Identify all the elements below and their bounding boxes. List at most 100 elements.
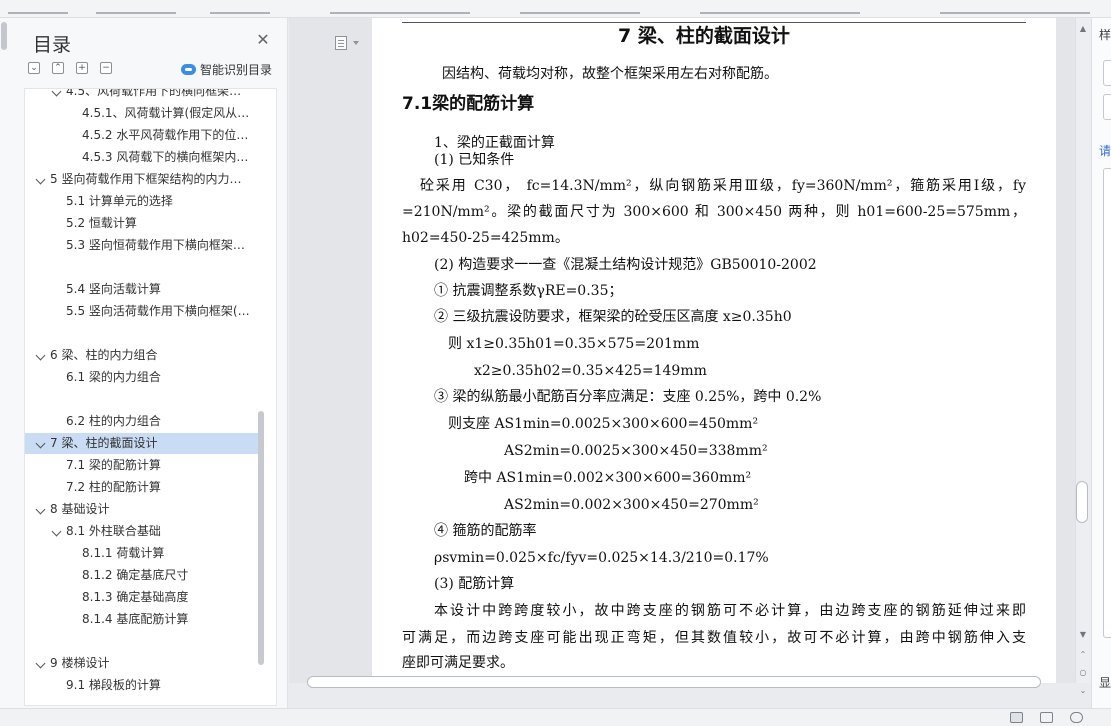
toc-item-label: 8 基础设计 bbox=[50, 502, 110, 516]
paragraph-line: AS2min=0.0025×300×450=338mm² bbox=[504, 443, 768, 459]
toc-item[interactable]: 7.1 梁的配筋计算 bbox=[25, 455, 258, 476]
paragraph-line: ④ 箍筋的配筋率 bbox=[434, 523, 537, 539]
toc-scrollbar-thumb[interactable] bbox=[258, 411, 264, 665]
toc-item[interactable]: 4.5、风荷载作用下的横向框架… bbox=[25, 89, 258, 102]
toc-item[interactable]: 9 楼梯设计 bbox=[25, 653, 258, 674]
toc-item[interactable]: 5.2 恒载计算 bbox=[25, 213, 258, 234]
toc-item[interactable]: 8.1 外柱联合基础 bbox=[25, 521, 258, 542]
toc-item-label: 5.3 竖向恒荷载作用下横向框架… bbox=[66, 238, 245, 252]
chevron-down-icon[interactable] bbox=[35, 350, 46, 361]
paragraph-line: 座即可满足要求。 bbox=[402, 655, 514, 671]
toolbar-button[interactable] bbox=[210, 0, 270, 14]
web-view-icon[interactable] bbox=[1040, 712, 1053, 723]
document-page[interactable]: 7 梁、柱的截面设计 因结构、荷载均对称，故整个框架采用左右对称配筋。 7.1梁的配… bbox=[372, 18, 1056, 683]
toolbar-button[interactable] bbox=[330, 0, 470, 14]
paragraph-line: 砼采用 C30， fc=14.3N/mm²，纵向钢筋采用Ⅲ级，fy=360N/m… bbox=[420, 178, 1026, 194]
chevron-down-icon[interactable] bbox=[35, 658, 46, 669]
toc-item[interactable]: 8.1.4 基底配筋计算 bbox=[25, 609, 258, 630]
remove-heading-icon[interactable]: − bbox=[100, 62, 112, 74]
ribbon-toolbar-strip bbox=[0, 0, 1111, 18]
paragraph-line: 则 x1≥0.35h01=0.35×575=201mm bbox=[448, 336, 700, 352]
toc-item-label: 8.1.4 基底配筋计算 bbox=[82, 612, 189, 626]
scroll-up-icon[interactable]: ▲ bbox=[1078, 24, 1088, 34]
toc-item[interactable]: 8.1.1 荷载计算 bbox=[25, 543, 258, 564]
toc-item[interactable]: 6.1 梁的内力组合 bbox=[25, 367, 258, 388]
toc-item-label: 9.1 梯段板的计算 bbox=[66, 678, 161, 692]
chevron-down-icon[interactable] bbox=[35, 504, 46, 515]
pane-resize-handle[interactable] bbox=[1, 22, 7, 50]
toc-item[interactable]: 6.2 柱的内力组合 bbox=[25, 411, 258, 432]
paragraph-line: ρsvmin=0.025×fc/fyv=0.025×14.3/210=0.17% bbox=[434, 550, 769, 566]
toc-item[interactable]: 4.5.1、风荷载计算(假定风从… bbox=[25, 103, 258, 124]
toolbar-button[interactable] bbox=[940, 0, 1090, 14]
toc-item[interactable]: 6 梁、柱的内力组合 bbox=[25, 345, 258, 366]
scroll-down-icon[interactable]: ▼ bbox=[1078, 630, 1088, 640]
read-mode-icon[interactable] bbox=[1070, 712, 1083, 723]
style-preset-box[interactable] bbox=[1103, 94, 1111, 120]
vertical-scrollbar-thumb[interactable] bbox=[1076, 481, 1088, 523]
navigation-pane: 目录 ✕ ⌄ ⌃ + − 智能识别目录 4.5、风荷载作用下的横向框架… 4.5.… bbox=[0, 18, 288, 708]
chevron-down-icon[interactable] bbox=[35, 438, 46, 449]
style-list[interactable] bbox=[1103, 168, 1111, 638]
toolbar-button[interactable] bbox=[700, 0, 860, 14]
paragraph-line: (3) 配筋计算 bbox=[434, 576, 515, 592]
horizontal-scrollbar-thumb[interactable] bbox=[307, 676, 1041, 688]
paragraph-line: 则支座 AS1min=0.0025×300×600=450mm² bbox=[448, 416, 759, 432]
toc-item-label: 9 楼梯设计 bbox=[50, 656, 110, 670]
smart-toc-label: 智能识别目录 bbox=[200, 63, 273, 77]
toc-item-label: 8.1 外柱联合基础 bbox=[66, 524, 161, 538]
toolbar-button[interactable] bbox=[8, 0, 68, 14]
chevron-down-icon[interactable] bbox=[51, 89, 62, 97]
next-page-icon[interactable]: ⌄ bbox=[1078, 686, 1088, 696]
toc-item[interactable]: 4.5.3 风荷载下的横向框架内… bbox=[25, 147, 258, 168]
status-bar bbox=[0, 708, 1111, 726]
toc-item[interactable]: 5.5 竖向活荷载作用下横向框架(… bbox=[25, 301, 258, 322]
toc-item-label: 6.1 梁的内力组合 bbox=[66, 370, 161, 384]
paragraph-line: ② 三级抗震设防要求，框架梁的砼受压区高度 x≥0.35h0 bbox=[434, 309, 792, 325]
previous-page-icon[interactable]: ⌃ bbox=[1078, 650, 1088, 660]
paragraph-line: ① 抗震调整系数γRE=0.35； bbox=[434, 283, 623, 299]
toc-item[interactable]: 5.1 计算单元的选择 bbox=[25, 191, 258, 212]
toc-item[interactable]: 5.3 竖向恒荷载作用下横向框架… bbox=[25, 235, 258, 256]
paragraph-line: (2) 构造要求一一查《混凝土结构设计规范》GB50010-2002 bbox=[434, 257, 817, 273]
toc-item[interactable]: 7 梁、柱的截面设计 bbox=[25, 433, 258, 454]
toc-item[interactable]: 5.4 竖向活载计算 bbox=[25, 279, 258, 300]
paragraph-line: 跨中 AS1min=0.002×300×600=360mm² bbox=[464, 470, 752, 486]
styles-pane-show-label[interactable]: 显 bbox=[1099, 674, 1111, 691]
chapter-heading: 7 梁、柱的截面设计 bbox=[618, 25, 790, 47]
add-heading-icon[interactable]: + bbox=[76, 62, 88, 74]
paragraph-line: ③ 梁的纵筋最小配筋百分率应满足：支座 0.25%，跨中 0.2% bbox=[434, 389, 822, 405]
paragraph-line: AS2min=0.002×300×450=270mm² bbox=[504, 497, 759, 513]
vertical-scrollbar[interactable] bbox=[1075, 18, 1091, 683]
close-icon[interactable]: ✕ bbox=[255, 32, 271, 48]
expand-all-icon[interactable]: ⌄ bbox=[28, 62, 40, 74]
toc-item[interactable]: 5 竖向荷载作用下框架结构的内力… bbox=[25, 169, 258, 190]
toc-item-label: 6.2 柱的内力组合 bbox=[66, 414, 161, 428]
select-browse-object-icon[interactable]: ○ bbox=[1078, 668, 1088, 678]
paragraph-line: 因结构、荷载均对称，故整个框架采用左右对称配筋。 bbox=[442, 66, 778, 82]
styles-pane-link[interactable]: 请 bbox=[1099, 142, 1111, 159]
toc-item[interactable]: 8.1.3 确定基础高度 bbox=[25, 587, 258, 608]
collapse-all-icon[interactable]: ⌃ bbox=[52, 62, 64, 74]
toc-item-label: 5.5 竖向活荷载作用下横向框架(… bbox=[66, 304, 250, 318]
toc-item[interactable]: 9.1 梯段板的计算 bbox=[25, 675, 258, 696]
toc-item[interactable]: 4.5.2 水平风荷载作用下的位… bbox=[25, 125, 258, 146]
paragraph-line: x2≥0.35h02=0.35×425=149mm bbox=[474, 363, 707, 379]
toc-item[interactable]: 8.1.2 确定基底尺寸 bbox=[25, 565, 258, 586]
chevron-down-icon[interactable] bbox=[353, 41, 359, 45]
chevron-down-icon[interactable] bbox=[51, 526, 62, 537]
toc-item-label: 4.5.1、风荷载计算(假定风从… bbox=[82, 106, 250, 120]
chevron-down-icon[interactable] bbox=[35, 174, 46, 185]
toc-item-label: 4.5.3 风荷载下的横向框架内… bbox=[82, 150, 249, 164]
toc-item[interactable]: 7.2 柱的配筋计算 bbox=[25, 477, 258, 498]
page-view-icon[interactable] bbox=[1010, 712, 1023, 723]
nav-pane-title: 目录 bbox=[33, 34, 72, 56]
toolbar-button[interactable] bbox=[96, 0, 176, 14]
toc-item-label: 5.2 恒载计算 bbox=[66, 216, 137, 230]
smart-toc-button[interactable]: 智能识别目录 bbox=[181, 61, 272, 78]
style-preset-box[interactable] bbox=[1103, 60, 1111, 86]
toc-item[interactable]: 8 基础设计 bbox=[25, 499, 258, 520]
document-outline-icon[interactable] bbox=[335, 36, 347, 50]
toolbar-button[interactable] bbox=[520, 0, 640, 14]
toc-list: 4.5、风荷载作用下的横向框架… 4.5.1、风荷载计算(假定风从… 4.5.2 水… bbox=[24, 88, 277, 706]
